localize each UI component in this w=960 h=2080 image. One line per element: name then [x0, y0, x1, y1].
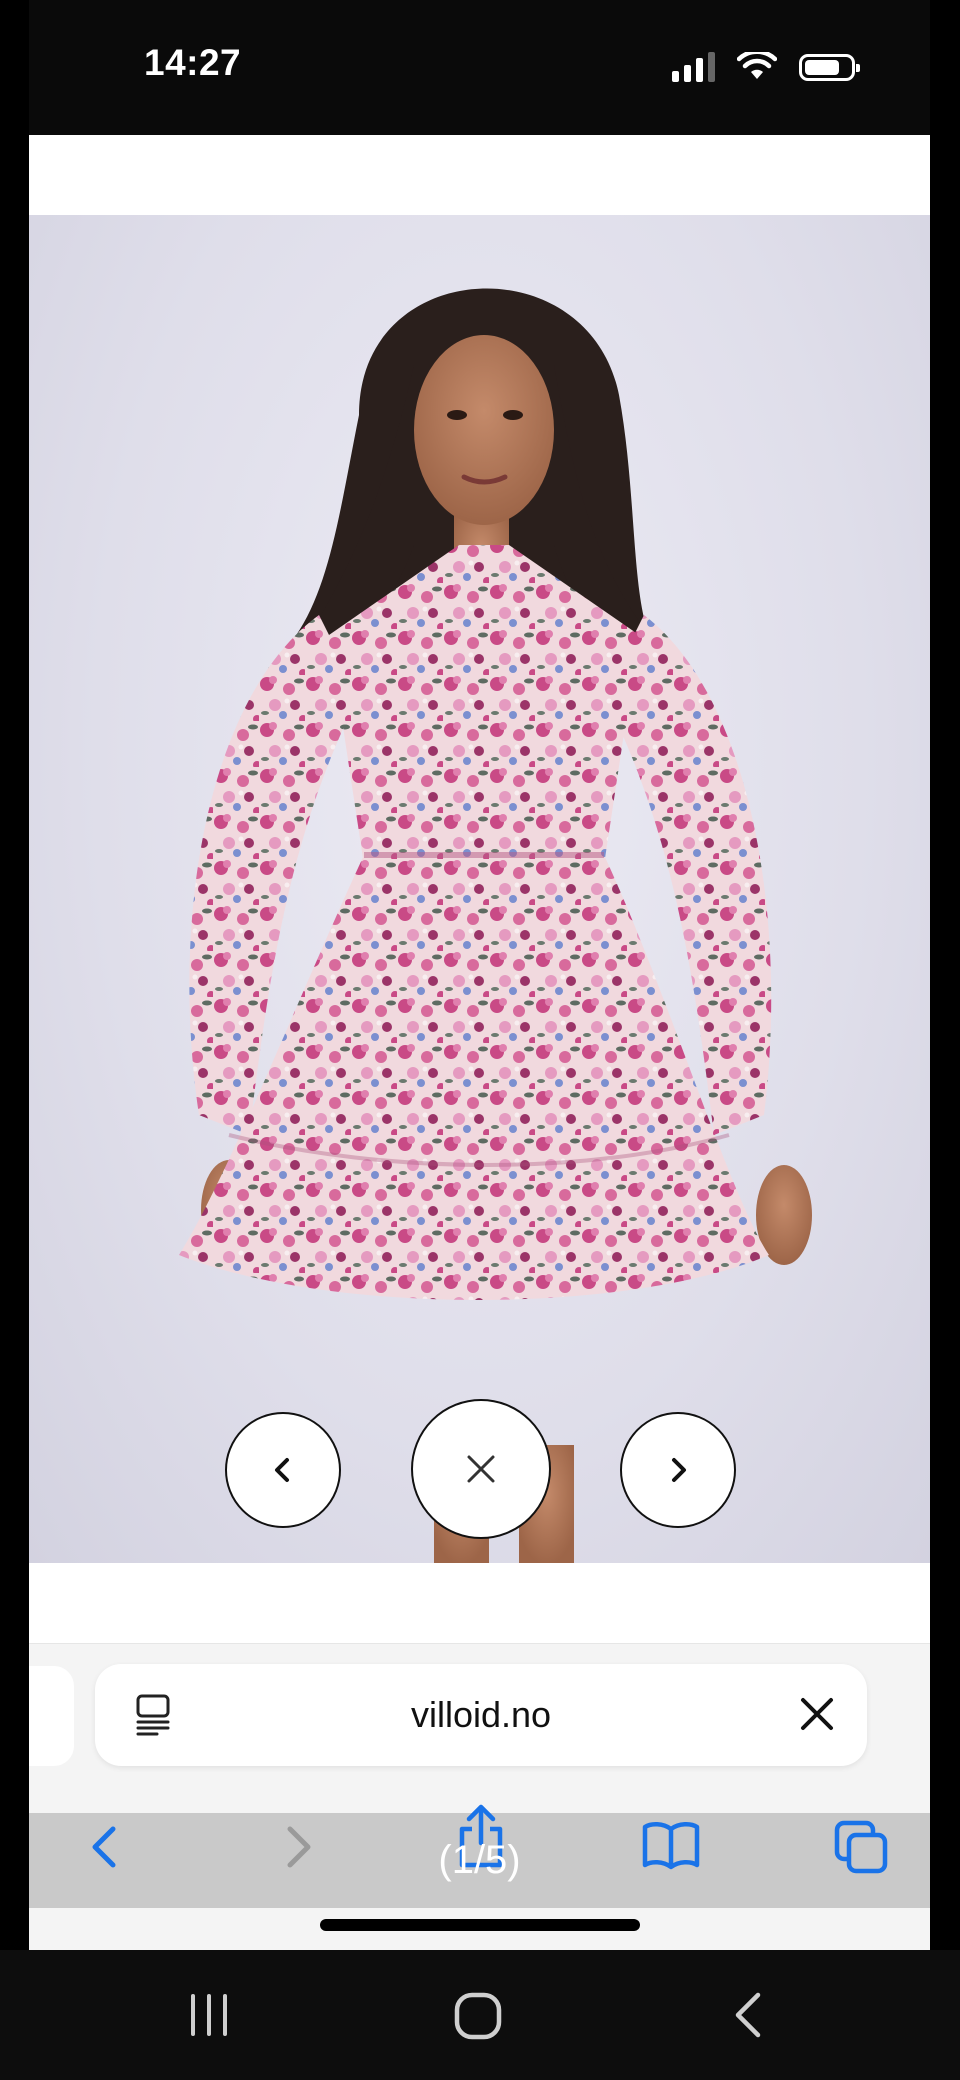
previous-tab-preview[interactable] [29, 1666, 74, 1766]
home-indicator[interactable] [320, 1919, 640, 1931]
android-navigation-bar [0, 1950, 960, 2080]
gallery-close-button[interactable] [411, 1399, 551, 1539]
status-bar: 14:27 [29, 0, 930, 135]
device-screen: 14:27 villoid.no (1/5) [0, 0, 960, 2080]
chevron-left-icon [275, 1458, 289, 1482]
status-time: 14:27 [144, 42, 242, 83]
cellular-signal-icon [672, 52, 715, 82]
battery-level [805, 59, 839, 75]
browser-address-area: villoid.no [29, 1643, 930, 1814]
status-icons [672, 50, 860, 84]
chevron-right-icon [672, 1458, 686, 1482]
battery-icon [799, 53, 860, 81]
home-icon[interactable] [452, 1990, 504, 2042]
gallery-prev-button[interactable] [225, 1412, 341, 1528]
address-url: villoid.no [410, 1694, 552, 1735]
phone-viewport: 14:27 villoid.no (1/5) [29, 0, 930, 1950]
gallery-counter: (1/5) [438, 1838, 521, 1882]
close-icon[interactable] [797, 1694, 837, 1734]
back-icon[interactable] [728, 1990, 768, 2040]
recents-icon[interactable] [185, 1990, 235, 2040]
gallery-next-button[interactable] [620, 1412, 736, 1528]
product-photo[interactable] [29, 215, 930, 1563]
wifi-icon [737, 52, 777, 79]
address-bar[interactable]: villoid.no [95, 1664, 867, 1766]
model-figure [179, 288, 812, 1563]
close-icon [467, 1455, 495, 1483]
